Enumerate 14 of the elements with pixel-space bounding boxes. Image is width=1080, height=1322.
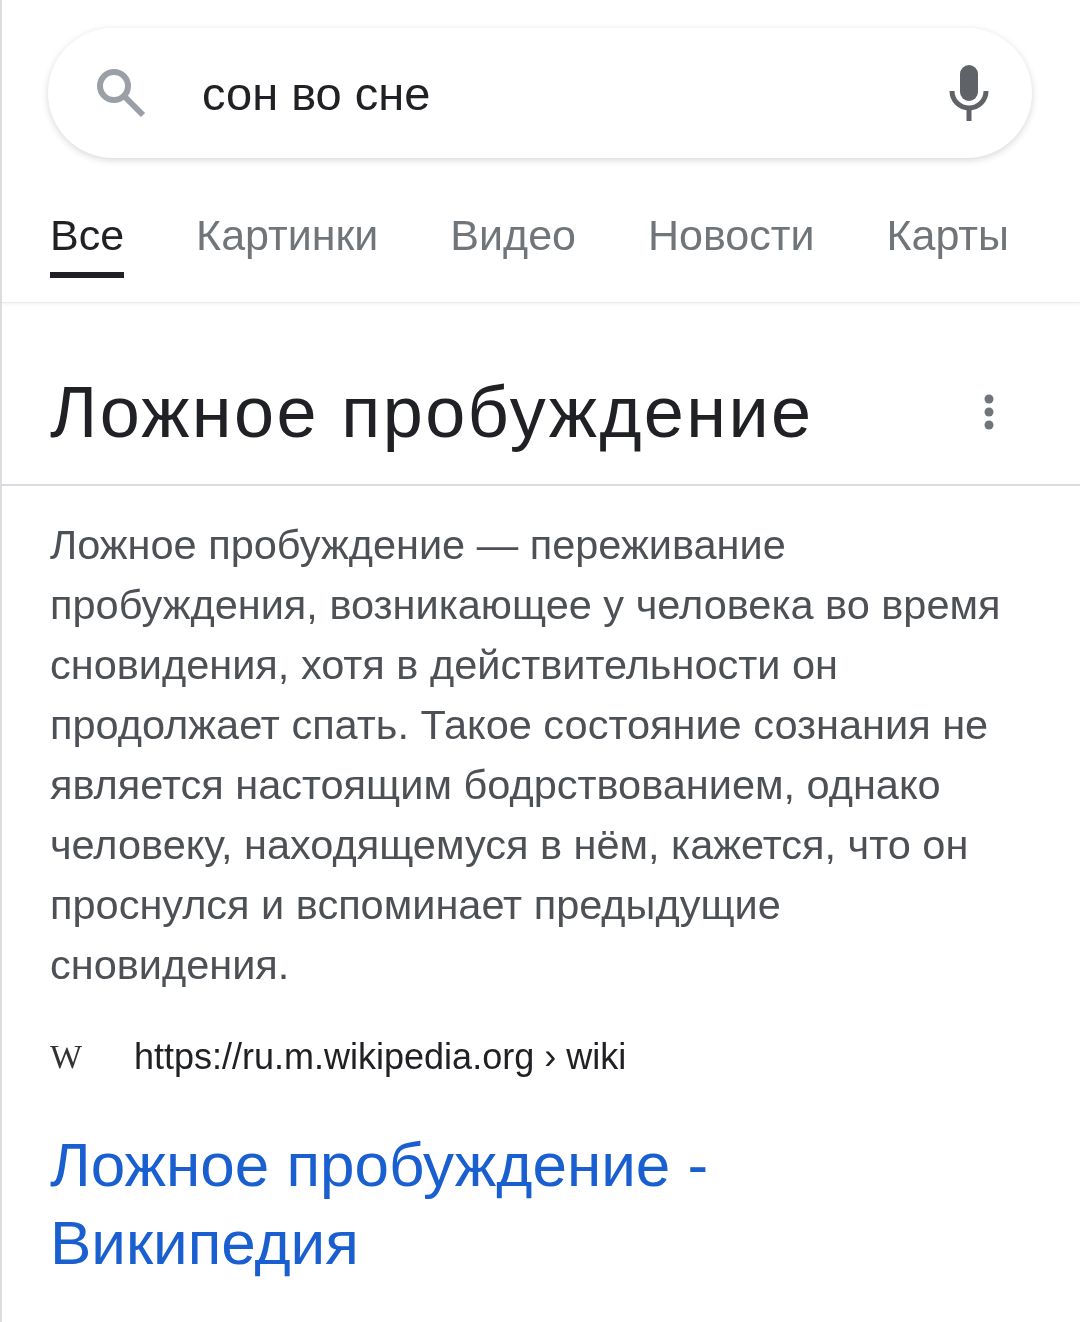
microphone-button[interactable] [948,65,990,121]
description-text: Ложное пробуждение — переживание пробуждения, возникающее у человека во время сновидения, хотя в действительности он продолжает спать. Такое состояние сознания не является настоящим бодрствованием, однако человеку, находящемуся в нём, кажется, что он проснулся и вспоминает предыдущие сновидения. [50,520,1002,990]
search-tab[interactable]: Все [50,210,125,278]
result-link[interactable]: Ложное пробуждение - Википедия [50,1126,810,1282]
more-options-icon[interactable] [984,394,994,430]
search-tab[interactable]: Новости [647,210,815,278]
source-url[interactable]: https://ru.m.wikipedia.org › wiki [134,1035,627,1079]
search-tab[interactable]: Видео [450,210,576,278]
search-tab[interactable]: Карты [886,210,1009,278]
panel-title: Ложное пробуждение [50,371,814,454]
search-icon [94,66,146,118]
search-tab[interactable]: Картинки [196,210,379,278]
search-field[interactable]: сон во сне [48,28,1032,158]
site-favicon: W [50,1037,81,1077]
